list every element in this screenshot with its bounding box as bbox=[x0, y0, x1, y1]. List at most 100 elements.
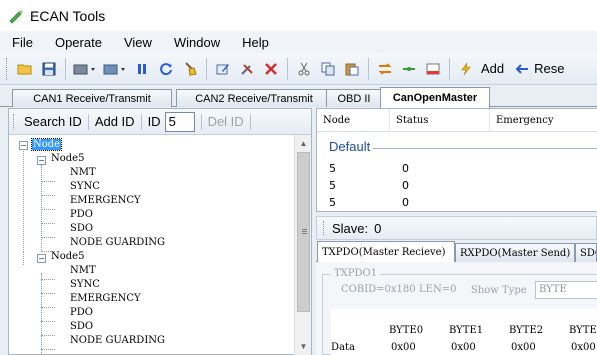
txpdo1-title: TXPDO1 bbox=[331, 268, 381, 279]
tree-node5-a[interactable]: Node5 bbox=[51, 152, 84, 166]
del-id-button[interactable]: Del ID bbox=[202, 114, 250, 129]
tree-leaf-sync[interactable]: SYNC bbox=[70, 180, 100, 194]
col-emergency[interactable]: Emergency bbox=[490, 109, 597, 132]
menu-bar: File Operate View Window Help bbox=[0, 31, 597, 53]
window-icon[interactable] bbox=[423, 59, 443, 79]
txpdo-panel: TXPDO1 COBID=0x180 LEN=0 Show Type BYTE … bbox=[316, 262, 597, 355]
slave-label: Slave: bbox=[332, 220, 369, 236]
tree-root[interactable]: Node bbox=[30, 138, 63, 152]
add-button[interactable]: Add bbox=[481, 61, 504, 76]
right-panel: Node Status Emergency Default 50 50 50 S… bbox=[316, 108, 597, 355]
id-input[interactable]: 5 bbox=[164, 111, 195, 132]
scroll-thumb[interactable] bbox=[297, 152, 310, 312]
id-label: ID bbox=[147, 114, 161, 129]
tree-leaf-node-guarding[interactable]: NODE GUARDING bbox=[70, 236, 165, 250]
lightning-icon[interactable] bbox=[456, 59, 476, 79]
slave-toolbar: Slave: 0 bbox=[316, 216, 597, 240]
data-byte2[interactable]: 0x00 bbox=[511, 342, 536, 353]
open-folder-icon[interactable] bbox=[15, 59, 35, 79]
table-row[interactable]: 50 bbox=[329, 179, 409, 192]
menu-view[interactable]: View bbox=[124, 33, 152, 52]
tree-leaf-nmt[interactable]: NMT bbox=[70, 166, 96, 180]
device-dropdown-icon[interactable] bbox=[72, 59, 98, 79]
tree-leaf-nmt[interactable]: NMT bbox=[70, 264, 96, 278]
scroll-down-icon[interactable]: ▼ bbox=[295, 338, 312, 355]
tree-leaf-pdo[interactable]: PDO bbox=[70, 306, 93, 320]
menu-operate[interactable]: Operate bbox=[55, 33, 102, 52]
tree-scrollbar[interactable]: ▲ ▼ bbox=[294, 135, 311, 355]
window-title: ECAN Tools bbox=[30, 7, 106, 24]
menu-file[interactable]: File bbox=[12, 33, 33, 52]
add-id-button[interactable]: Add ID bbox=[89, 114, 141, 129]
copy-icon[interactable] bbox=[318, 59, 338, 79]
app-logo-icon bbox=[8, 8, 24, 24]
show-type-select[interactable]: BYTE bbox=[535, 281, 597, 299]
data-byte3[interactable]: 0x00 bbox=[571, 342, 596, 353]
cut-icon[interactable] bbox=[294, 59, 314, 79]
tree-leaf-pdo[interactable]: PDO bbox=[70, 208, 93, 222]
group-default[interactable]: Default bbox=[329, 139, 370, 154]
node5-collapse-icon[interactable]: − bbox=[37, 156, 46, 165]
tree-leaf-emergency[interactable]: EMERGENCY bbox=[70, 292, 141, 306]
transfer-icon[interactable] bbox=[375, 59, 395, 79]
tree-node5-b[interactable]: Node5 bbox=[51, 250, 84, 264]
edit-icon[interactable] bbox=[213, 59, 233, 79]
connect-icon[interactable] bbox=[399, 59, 419, 79]
len-label: LEN=0 bbox=[419, 284, 457, 295]
table-row[interactable]: 50 bbox=[329, 162, 409, 175]
header-byte3: BYTE bbox=[569, 325, 597, 336]
tree-leaf-sync[interactable]: SYNC bbox=[70, 278, 100, 292]
tab-can2[interactable]: CAN2 Receive/Transmit bbox=[176, 89, 332, 107]
table-row[interactable]: 50 bbox=[329, 196, 409, 209]
clear-broom-icon[interactable] bbox=[180, 59, 200, 79]
tab-can1[interactable]: CAN1 Receive/Transmit bbox=[12, 89, 172, 107]
scroll-up-icon[interactable]: ▲ bbox=[295, 135, 312, 152]
tree-leaf-node-guarding[interactable]: NODE GUARDING bbox=[70, 334, 165, 348]
paste-icon[interactable] bbox=[342, 59, 362, 79]
show-type-label: Show Type bbox=[471, 285, 527, 296]
node-tree-panel: Search ID Add ID ID 5 Del ID − Node − No… bbox=[8, 108, 312, 355]
node5-b-collapse-icon[interactable]: − bbox=[37, 254, 46, 263]
data-byte0[interactable]: 0x00 bbox=[391, 342, 416, 353]
tools-icon[interactable] bbox=[237, 59, 257, 79]
slave-value: 0 bbox=[374, 220, 382, 236]
reset-arrow-icon[interactable] bbox=[512, 59, 532, 79]
cobid-label: COBID=0x180 bbox=[341, 284, 416, 295]
tab-sdo[interactable]: SDO bbox=[575, 243, 597, 262]
tab-canopenmaster[interactable]: CanOpenMaster bbox=[380, 87, 490, 108]
node-toolbar: Search ID Add ID ID 5 Del ID bbox=[9, 109, 311, 135]
pause-icon[interactable] bbox=[132, 59, 152, 79]
device2-dropdown-icon[interactable] bbox=[102, 59, 128, 79]
grid-header: Node Status Emergency bbox=[317, 109, 597, 132]
tree-leaf-sdo[interactable]: SDO bbox=[70, 320, 93, 334]
data-byte1[interactable]: 0x00 bbox=[451, 342, 476, 353]
header-byte1: BYTE1 bbox=[449, 325, 484, 336]
save-icon[interactable] bbox=[39, 59, 59, 79]
toolbar-grip[interactable] bbox=[6, 57, 9, 80]
refresh-icon[interactable] bbox=[156, 59, 176, 79]
reset-button[interactable]: Rese bbox=[534, 61, 564, 76]
tree-leaf-emergency[interactable]: EMERGENCY bbox=[70, 194, 141, 208]
root-collapse-icon[interactable]: − bbox=[19, 141, 28, 150]
data-row-label: Data bbox=[331, 342, 355, 353]
pdo-tabs: TXPDO(Master Recieve) RXPDO(Master Send)… bbox=[316, 240, 597, 263]
tab-txpdo[interactable]: TXPDO(Master Recieve) bbox=[317, 241, 455, 263]
title-bar: ECAN Tools bbox=[0, 0, 597, 31]
header-byte0: BYTE0 bbox=[389, 325, 424, 336]
node-status-grid: Node Status Emergency Default 50 50 50 bbox=[316, 108, 597, 212]
col-status[interactable]: Status bbox=[390, 109, 490, 132]
tab-rxpdo[interactable]: RXPDO(Master Send) bbox=[455, 243, 575, 262]
header-byte2: BYTE2 bbox=[509, 325, 544, 336]
pdo-data-table: BYTE0 BYTE1 BYTE2 BYTE Data 0x00 0x00 0x… bbox=[331, 309, 597, 355]
main-toolbar: Add Rese bbox=[0, 53, 597, 85]
tab-obd2[interactable]: OBD II bbox=[326, 89, 382, 107]
menu-help[interactable]: Help bbox=[242, 33, 269, 52]
search-id-button[interactable]: Search ID bbox=[18, 114, 88, 129]
node-tree: − Node − Node5 NMT SYNC EMERGENCY PDO SD… bbox=[9, 135, 295, 355]
main-tabs: CAN1 Receive/Transmit CAN2 Receive/Trans… bbox=[0, 85, 597, 108]
tree-leaf-sdo[interactable]: SDO bbox=[70, 222, 93, 236]
txpdo1-group: TXPDO1 COBID=0x180 LEN=0 Show Type BYTE … bbox=[322, 268, 597, 355]
col-node[interactable]: Node bbox=[317, 109, 390, 132]
delete-icon[interactable] bbox=[261, 59, 281, 79]
menu-window[interactable]: Window bbox=[174, 33, 220, 52]
